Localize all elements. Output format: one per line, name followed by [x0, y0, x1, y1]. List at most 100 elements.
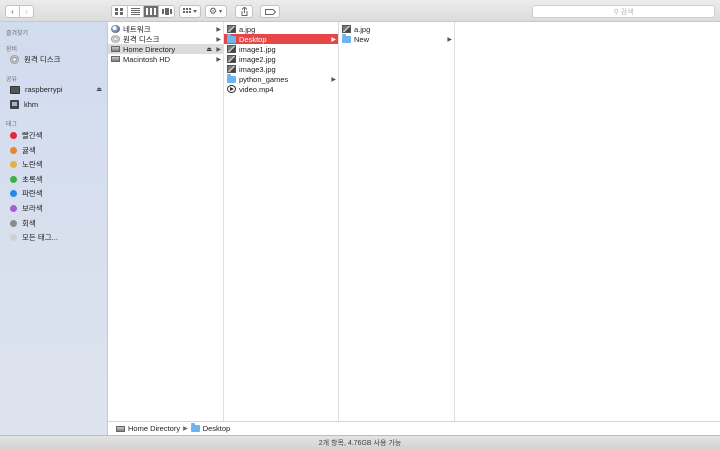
item-label: image2.jpg: [239, 54, 276, 64]
list-view-button[interactable]: [126, 6, 143, 17]
folder-icon: [227, 73, 236, 83]
action-button[interactable]: ⚙ ▼: [205, 5, 227, 18]
column-item-python-games[interactable]: python_games ▶: [224, 73, 338, 84]
search-field[interactable]: ⚲ 검색: [532, 5, 715, 18]
nav-buttons: ‹ ›: [5, 5, 34, 18]
item-label: New: [354, 34, 370, 44]
column-item-home-directory[interactable]: Home Directory ⏏ ▶: [108, 44, 223, 54]
sidebar-item-remote-disc[interactable]: 원격 디스크: [10, 53, 104, 66]
sidebar-tag-item[interactable]: 모든 태그...: [10, 231, 104, 244]
chevron-left-icon: ‹: [11, 7, 14, 16]
sidebar-item-label: khm: [24, 100, 39, 109]
view-switcher: [111, 5, 175, 18]
folder-icon: [227, 33, 236, 43]
tag-color-dot-icon: [10, 161, 17, 169]
column-item-new[interactable]: New ▶: [339, 33, 454, 44]
column-item-desktop[interactable]: Desktop ▶: [224, 33, 338, 44]
column-1: 네트워크 ▶ 원격 디스크 ▶ Home Directory ⏏ ▶ Macin…: [108, 22, 224, 421]
tag-color-dot-icon: [10, 175, 17, 183]
sidebar-item-label: raspberrypi: [25, 85, 63, 94]
back-button[interactable]: ‹: [6, 6, 19, 17]
image-file-icon: [227, 25, 236, 33]
sidebar-tag-item[interactable]: 귤색: [10, 144, 104, 157]
path-item-home-directory[interactable]: Home Directory: [128, 424, 180, 433]
chevron-right-icon: ›: [25, 7, 28, 16]
image-file-icon: [227, 45, 236, 53]
sidebar-tag-item[interactable]: 빨간색: [10, 129, 104, 142]
columns-icon: [145, 8, 156, 15]
share-button[interactable]: [235, 5, 253, 18]
column-item-macintosh-hd[interactable]: Macintosh HD ▶: [108, 54, 223, 64]
column-item-a-jpg[interactable]: a.jpg: [224, 24, 338, 34]
item-label: image3.jpg: [239, 64, 276, 74]
item-label: Macintosh HD: [123, 54, 171, 64]
image-file-icon: [227, 65, 236, 73]
status-bar: 2개 항목, 4.76GB 사용 가능: [0, 435, 720, 449]
globe-icon: [111, 25, 120, 33]
icon-view-button[interactable]: [112, 6, 127, 17]
sidebar-item-label: 원격 디스크: [24, 55, 61, 64]
path-item-desktop[interactable]: Desktop: [203, 424, 231, 433]
chevron-right-icon: ▶: [216, 46, 221, 53]
sidebar-header-shared: 공유: [6, 77, 18, 83]
column-item-image1-jpg[interactable]: image1.jpg: [224, 44, 338, 54]
toolbar: ‹ › ⚙ ▼ ⚲ 검색: [0, 0, 720, 22]
column-item-network[interactable]: 네트워크 ▶: [108, 24, 223, 34]
column-3: a.jpg New ▶: [339, 22, 455, 421]
sidebar-item-label: 귤색: [22, 145, 36, 155]
column-view-button[interactable]: [142, 6, 159, 17]
arrange-button[interactable]: [179, 5, 201, 18]
sidebar-item-label: 모든 태그...: [22, 233, 58, 243]
chevron-right-icon: ▶: [216, 26, 221, 33]
tag-color-dot-icon: [10, 219, 17, 227]
column-item-video-mp4[interactable]: video.mp4: [224, 84, 338, 94]
share-icon: [241, 7, 247, 16]
chevron-right-icon: ▶: [183, 426, 188, 432]
tag-color-dot-icon: [10, 132, 17, 139]
sidebar-tag-item[interactable]: 보라색: [10, 202, 104, 215]
sidebar: 즐겨찾기 장비 원격 디스크 공유 raspberrypi ⏏ khm 태그 빨…: [0, 22, 108, 435]
chevron-right-icon: ▶: [331, 76, 336, 83]
folder-icon: [190, 423, 200, 432]
column-item-a-jpg-desktop[interactable]: a.jpg: [339, 24, 454, 34]
sidebar-tag-item[interactable]: 노란색: [10, 158, 104, 171]
sidebar-tag-item[interactable]: 파란색: [10, 187, 104, 200]
sidebar-item-label: 파란색: [22, 189, 43, 199]
chevron-right-icon: ▶: [447, 36, 452, 43]
chevron-right-icon: ▶: [331, 36, 336, 43]
tag-icon: [264, 8, 276, 15]
column-4: [455, 22, 720, 421]
item-label: image1.jpg: [239, 44, 276, 54]
hard-drive-icon: [116, 425, 125, 432]
grid-icon: [115, 8, 124, 15]
sidebar-item-label: 빨간색: [22, 131, 43, 140]
sidebar-item-khm[interactable]: khm: [10, 98, 104, 111]
tag-color-dot-icon: [10, 146, 17, 154]
gear-icon: ⚙: [208, 6, 218, 16]
column-item-remote-disc[interactable]: 원격 디스크 ▶: [108, 34, 223, 44]
image-file-icon: [342, 25, 351, 33]
sidebar-tag-item[interactable]: 회색: [10, 217, 104, 230]
tag-button[interactable]: [260, 5, 280, 18]
forward-button[interactable]: ›: [19, 6, 33, 17]
item-label: 원격 디스크: [123, 34, 160, 44]
column-item-image2-jpg[interactable]: image2.jpg: [224, 54, 338, 64]
monitor-icon: [10, 85, 20, 94]
video-file-icon: [227, 85, 236, 93]
tag-color-dot-icon: [10, 190, 17, 198]
sidebar-header-tags: 태그: [6, 122, 18, 128]
sidebar-tag-item[interactable]: 초록색: [10, 173, 104, 186]
column-2: a.jpg Desktop ▶ image1.jpg image2.jpg im…: [224, 22, 339, 421]
sidebar-item-label: 노란색: [22, 160, 43, 170]
hard-drive-icon: [111, 56, 120, 62]
eject-icon[interactable]: ⏏: [96, 86, 102, 93]
disc-icon: [10, 55, 19, 64]
sidebar-item-label: 초록색: [22, 174, 43, 184]
disc-icon: [111, 35, 120, 43]
column-item-image3-jpg[interactable]: image3.jpg: [224, 64, 338, 74]
cover-flow-view-button[interactable]: [158, 6, 174, 17]
item-label: Home Directory: [123, 44, 176, 54]
eject-icon[interactable]: ⏏: [206, 46, 212, 53]
sidebar-item-raspberrypi[interactable]: raspberrypi ⏏: [10, 83, 104, 96]
item-label: python_games: [239, 74, 289, 84]
